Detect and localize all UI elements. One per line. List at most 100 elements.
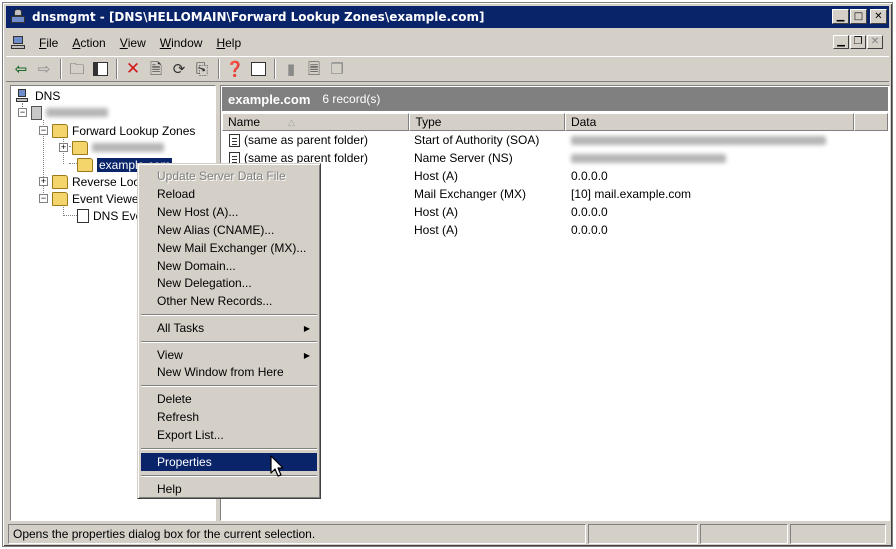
menu-new-host[interactable]: New Host (A)... — [141, 203, 317, 221]
toolbar-separator — [116, 59, 118, 79]
column-header-data[interactable]: Data — [564, 113, 855, 131]
menu-export-list[interactable]: Export List... — [141, 426, 317, 444]
blurred-record-data — [571, 135, 826, 145]
menu-help[interactable]: Help — [141, 480, 317, 498]
zone-records-button[interactable]: 🗏 — [303, 58, 325, 80]
menu-separator — [141, 341, 317, 343]
view-pane-icon — [250, 62, 266, 76]
child-minimize-button[interactable]: ▁ — [833, 35, 849, 49]
menu-delete[interactable]: Delete — [141, 390, 317, 408]
menu-view[interactable]: View — [113, 33, 153, 53]
server-icon: ▮ — [286, 59, 296, 78]
export-list-button[interactable]: ⎘ — [191, 58, 213, 80]
menu-other-new-records[interactable]: Other New Records... — [141, 292, 317, 310]
status-panel-3 — [700, 524, 788, 544]
child-close-button[interactable]: ✕ — [867, 35, 883, 49]
toolbar-separator — [274, 59, 276, 79]
copy-button[interactable]: ❐ — [326, 58, 348, 80]
zone-folder-icon — [77, 157, 93, 172]
back-button[interactable]: ⇦ — [10, 58, 32, 80]
properties-button[interactable]: 🗎 — [145, 58, 167, 80]
title-bar[interactable]: dnsmgmt - [DNS\HELLOMAIN\Forward Lookup … — [6, 6, 889, 28]
sort-ascending-icon: △ — [288, 116, 295, 127]
zone-folder-icon — [72, 140, 88, 155]
mouse-cursor-icon — [270, 455, 284, 477]
table-row[interactable]: Mail Exchanger (MX) [10] mail.example.co… — [224, 185, 884, 203]
forward-button[interactable]: ⇨ — [33, 58, 55, 80]
expand-toggle[interactable]: + — [39, 177, 48, 186]
tree-label-event-viewer: Event Viewer — [72, 191, 143, 206]
tree-node-forward-zones[interactable]: − Forward Lookup Zones — [39, 122, 195, 139]
tree-node-dns[interactable]: DNS — [15, 87, 60, 104]
status-bar: Opens the properties dialog box for the … — [8, 524, 892, 544]
column-header-filler — [854, 113, 888, 131]
console-tree-icon — [92, 62, 108, 76]
tree-node-zone-blurred[interactable]: + — [59, 139, 164, 156]
expand-toggle[interactable]: + — [59, 143, 68, 152]
help-button[interactable]: ❓ — [224, 58, 246, 80]
collapse-toggle[interactable]: − — [18, 108, 27, 117]
console-menu-icon[interactable] — [10, 34, 28, 52]
menu-new-alias[interactable]: New Alias (CNAME)... — [141, 221, 317, 239]
results-header: example.com 6 record(s) — [222, 87, 888, 111]
close-button[interactable]: ✕ — [870, 9, 887, 24]
collapse-toggle[interactable]: − — [39, 194, 48, 203]
collapse-toggle[interactable]: − — [39, 126, 48, 135]
toolbar: ⇦ ⇨ 🗀 ✕ 🗎 ⟳ ⎘ ❓ ▮ 🗏 ❐ — [6, 56, 889, 82]
toolbar-separator — [218, 59, 220, 79]
delete-x-icon: ✕ — [125, 58, 141, 79]
folder-icon — [52, 123, 68, 138]
menu-all-tasks[interactable]: All Tasks ▶ — [141, 319, 317, 337]
menu-action[interactable]: Action — [65, 33, 112, 53]
child-restore-button[interactable]: ❐ — [850, 35, 866, 49]
menu-file[interactable]: File — [32, 33, 65, 53]
tree-label-forward-zones: Forward Lookup Zones — [72, 123, 196, 138]
event-log-icon — [77, 208, 89, 223]
minimize-button[interactable]: ▁ — [832, 9, 849, 24]
menu-window[interactable]: Window — [153, 33, 210, 53]
menu-properties[interactable]: Properties — [141, 453, 317, 471]
server-button[interactable]: ▮ — [280, 58, 302, 80]
context-menu: Update Server Data File Reload New Host … — [137, 163, 321, 499]
menu-help[interactable]: Help — [209, 33, 248, 53]
back-arrow-icon: ⇦ — [14, 59, 28, 78]
folder-icon — [52, 174, 68, 189]
submenu-arrow-icon: ▶ — [303, 323, 310, 333]
menu-new-window-from-here[interactable]: New Window from Here — [141, 363, 317, 381]
menu-refresh[interactable]: Refresh — [141, 408, 317, 426]
menu-view[interactable]: View ▶ — [141, 346, 317, 364]
mmc-view-button[interactable] — [247, 58, 269, 80]
document-icon: 🗏 — [307, 59, 321, 78]
delete-button[interactable]: ✕ — [122, 58, 144, 80]
maximize-button[interactable]: □ — [850, 9, 867, 24]
table-row[interactable]: Host (A) 0.0.0.0 — [224, 203, 884, 221]
table-row[interactable]: (same as parent folder) Start of Authori… — [224, 131, 884, 149]
table-row[interactable]: Host (A) 0.0.0.0 — [224, 167, 884, 185]
refresh-button[interactable]: ⟳ — [168, 58, 190, 80]
export-icon: ⎘ — [195, 59, 208, 78]
menu-new-domain[interactable]: New Domain... — [141, 257, 317, 275]
submenu-arrow-icon: ▶ — [303, 350, 310, 360]
menu-update-server-data-file[interactable]: Update Server Data File — [141, 167, 317, 185]
tree-node-event-viewer[interactable]: − Event Viewer — [39, 190, 142, 207]
close-icon: ✕ — [870, 36, 880, 47]
column-header-name[interactable]: Name △ — [222, 113, 410, 131]
dns-root-icon — [15, 88, 31, 103]
help-icon: ❓ — [225, 59, 245, 78]
tree-node-server[interactable]: − — [18, 104, 108, 121]
tree-label-dns: DNS — [35, 88, 61, 103]
up-one-level-button[interactable]: 🗀 — [66, 58, 88, 80]
minimize-icon: ▁ — [836, 10, 845, 22]
record-icon — [229, 133, 240, 147]
show-hide-tree-button[interactable] — [89, 58, 111, 80]
table-row[interactable]: (same as parent folder) Name Server (NS) — [224, 149, 884, 167]
menu-reload[interactable]: Reload — [141, 185, 317, 203]
menu-new-delegation[interactable]: New Delegation... — [141, 274, 317, 292]
column-header-type[interactable]: Type — [409, 113, 565, 131]
column-headers: Name △ Type Data — [222, 113, 888, 131]
table-row[interactable]: Host (A) 0.0.0.0 — [224, 221, 884, 239]
menu-new-mail-exchanger[interactable]: New Mail Exchanger (MX)... — [141, 239, 317, 257]
server-icon — [31, 105, 42, 120]
maximize-icon: □ — [853, 10, 864, 22]
menu-separator — [141, 314, 317, 316]
